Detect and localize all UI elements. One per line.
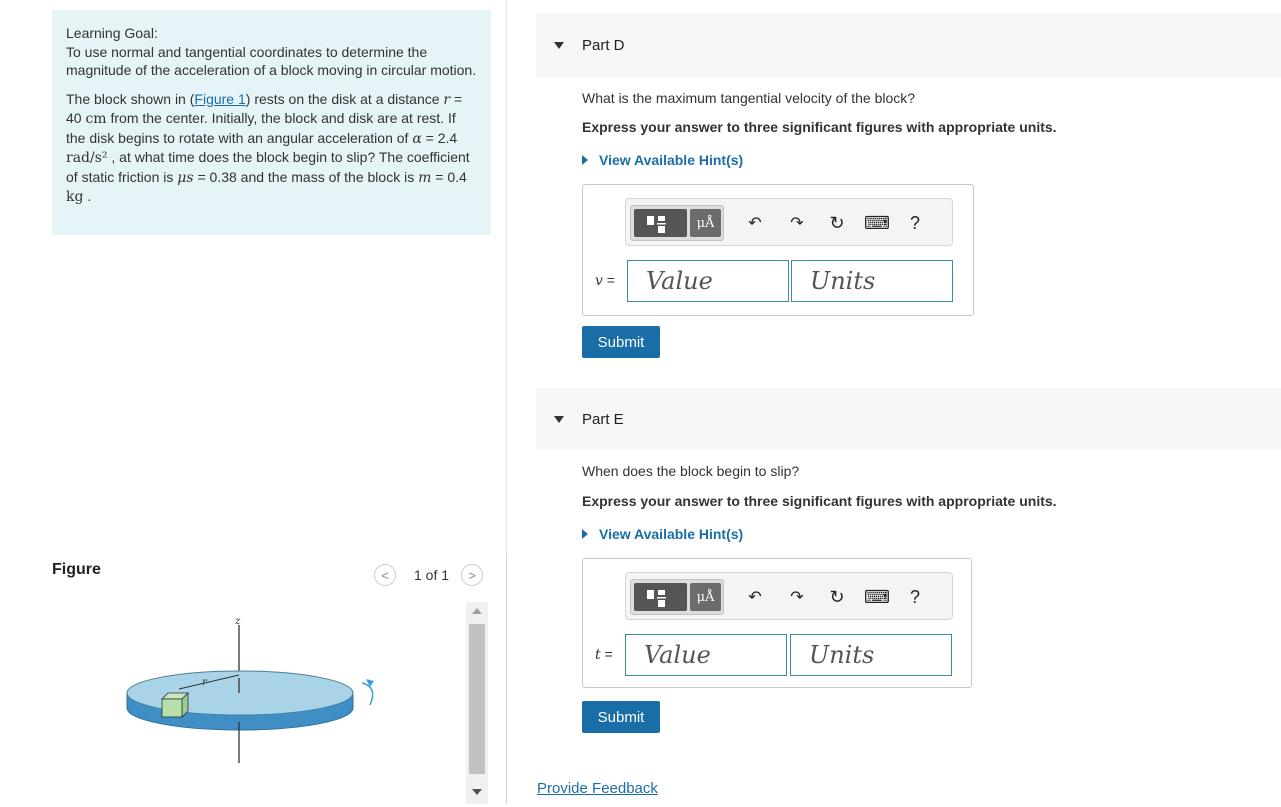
redo-icon[interactable]: ↷ xyxy=(786,212,808,234)
figure-link[interactable]: Figure 1 xyxy=(194,91,245,107)
left-panel: Learning Goal: To use normal and tangent… xyxy=(0,0,506,804)
part-d-question: What is the maximum tangential velocity … xyxy=(582,90,916,106)
part-e-title: Part E xyxy=(582,410,624,428)
value-input[interactable]: Value xyxy=(627,260,789,302)
r-unit: cm xyxy=(85,111,107,127)
block xyxy=(161,692,189,718)
collapse-caret-icon[interactable] xyxy=(554,41,564,49)
part-e-submit-button[interactable]: Submit xyxy=(582,701,660,733)
keyboard-icon[interactable]: ⌨ xyxy=(864,212,890,234)
part-d-hint-toggle[interactable]: View Available Hint(s) xyxy=(582,152,743,168)
part-e-hint-toggle[interactable]: View Available Hint(s) xyxy=(582,526,743,542)
value-input[interactable]: Value xyxy=(625,634,787,676)
rotating-disk-diagram: z r xyxy=(126,616,374,763)
math-toolbar: μÅ ↶ ↷ ↻ ⌨ ? xyxy=(625,572,953,620)
variable-label: v = xyxy=(595,272,615,289)
goal-title: Learning Goal: xyxy=(66,25,158,41)
mu-value: = 0.38 and the mass of the block is xyxy=(193,168,419,185)
rotation-arrow xyxy=(361,682,374,706)
scroll-down-arrow-icon[interactable] xyxy=(472,789,482,795)
templates-button[interactable] xyxy=(634,583,687,611)
z-axis-label: z xyxy=(234,616,241,627)
figure-counter: 1 of 1 xyxy=(414,567,450,583)
equals-sign: = xyxy=(600,646,613,662)
part-e-answer-box: μÅ ↶ ↷ ↻ ⌨ ? t = Value Units xyxy=(582,558,972,688)
units-button[interactable]: μÅ xyxy=(690,583,721,611)
m-unit: kg xyxy=(66,189,84,205)
part-e-question: When does the block begin to slip? xyxy=(582,463,800,479)
template-group: μÅ xyxy=(630,579,724,615)
math-toolbar: μÅ ↶ ↷ ↻ ⌨ ? xyxy=(625,198,953,246)
templates-button[interactable] xyxy=(634,209,687,237)
figure-heading: Figure xyxy=(52,561,101,578)
scroll-up-arrow-icon[interactable] xyxy=(472,608,482,614)
scrollbar-thumb[interactable] xyxy=(469,624,485,774)
fraction-template-icon xyxy=(647,216,666,233)
panel-divider xyxy=(506,0,507,553)
redo-icon[interactable]: ↷ xyxy=(786,586,808,608)
m-symbol: m xyxy=(418,169,432,186)
part-d-submit-button[interactable]: Submit xyxy=(582,326,660,358)
part-e-instruction: Express your answer to three significant… xyxy=(582,493,1057,509)
m-value: = 0.4 xyxy=(431,168,467,185)
units-button[interactable]: μÅ xyxy=(690,209,721,237)
hint-label: View Available Hint(s) xyxy=(599,526,744,542)
panel-divider xyxy=(506,553,507,804)
alpha-unit: rad/s² xyxy=(66,150,108,166)
intro-text: . xyxy=(83,188,92,204)
units-input[interactable]: Units xyxy=(791,260,953,302)
previous-figure-button[interactable]: < xyxy=(374,564,396,586)
reset-icon[interactable]: ↻ xyxy=(826,586,848,608)
keyboard-icon[interactable]: ⌨ xyxy=(864,586,890,608)
intro-text: The block shown in ( xyxy=(66,90,195,107)
undo-icon[interactable]: ↶ xyxy=(744,586,766,608)
help-icon[interactable]: ? xyxy=(904,212,926,234)
intro-text: ) rests on the disk at a distance xyxy=(245,90,444,107)
equals-sign: = xyxy=(602,272,615,288)
alpha-value: = 2.4 xyxy=(421,129,458,146)
part-d-answer-box: μÅ ↶ ↷ ↻ ⌨ ? v = Value Units xyxy=(582,184,974,316)
hint-label: View Available Hint(s) xyxy=(599,152,744,168)
problem-statement: The block shown in (Figure 1) rests on t… xyxy=(66,90,477,207)
fraction-template-icon xyxy=(647,590,666,607)
undo-icon[interactable]: ↶ xyxy=(744,212,766,234)
variable-label: t = xyxy=(595,646,613,663)
collapse-caret-icon[interactable] xyxy=(554,415,564,423)
expand-triangle-icon xyxy=(582,529,588,539)
mu-symbol: μs xyxy=(177,169,194,186)
learning-goal-box: Learning Goal: To use normal and tangent… xyxy=(52,10,491,235)
intro-text: from the center. Initially, the block an… xyxy=(66,110,456,146)
part-e-header[interactable]: Part E xyxy=(536,388,1281,450)
units-input[interactable]: Units xyxy=(790,634,952,676)
part-d-instruction: Express your answer to three significant… xyxy=(582,119,1057,135)
part-d-header[interactable]: Part D xyxy=(536,13,1281,77)
alpha-symbol: α xyxy=(412,130,422,147)
reset-icon[interactable]: ↻ xyxy=(826,212,848,234)
goal-text: To use normal and tangential coordinates… xyxy=(66,43,477,79)
variable-symbol: v xyxy=(595,273,603,289)
figure-pager: < 1 of 1 > xyxy=(374,563,484,587)
next-figure-button[interactable]: > xyxy=(461,564,484,586)
part-d-title: Part D xyxy=(582,36,625,54)
help-icon[interactable]: ? xyxy=(904,586,926,608)
provide-feedback-link[interactable]: Provide Feedback xyxy=(537,780,658,797)
expand-triangle-icon xyxy=(582,155,588,165)
template-group: μÅ xyxy=(630,205,724,241)
figure-image: z r xyxy=(52,597,488,804)
